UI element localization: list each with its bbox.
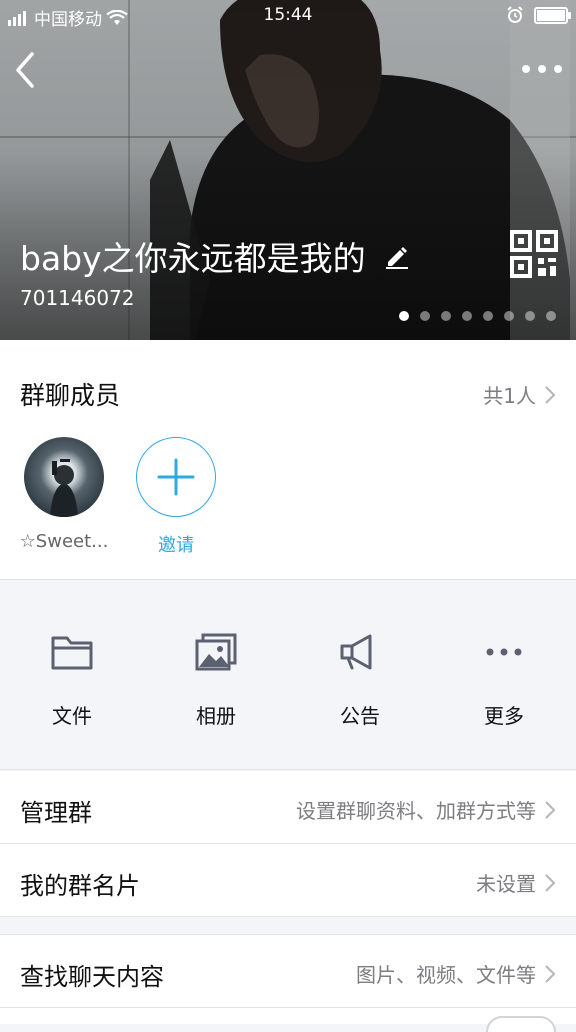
avatar: [24, 437, 104, 517]
plus-icon: [157, 458, 195, 496]
more-icon: [486, 648, 522, 656]
page-dot: [525, 311, 535, 321]
avatar-image: [50, 459, 78, 517]
row-value: 设置群聊资料、加群方式等: [296, 799, 536, 823]
folder-icon: [51, 636, 93, 670]
members-section: 群聊成员 共1人 ☆Sweet... 邀请: [0, 340, 576, 580]
page-dot: [462, 311, 472, 321]
feature-label: 公告: [340, 704, 380, 728]
photo-album-icon: [195, 633, 237, 671]
row-label: 我的群名片: [20, 872, 140, 900]
chevron-right-icon: [545, 800, 556, 819]
feature-label: 相册: [196, 704, 236, 728]
row-value: 图片、视频、文件等: [356, 963, 536, 987]
back-button[interactable]: [10, 50, 46, 90]
next-row-partial[interactable]: [0, 1008, 576, 1032]
chevron-right-icon: [545, 385, 556, 404]
page-dot: [546, 311, 556, 321]
page-dot: [441, 311, 451, 321]
battery-icon: [534, 6, 571, 24]
edit-pencil-icon[interactable]: [384, 243, 410, 269]
announcement-button[interactable]: 公告: [288, 632, 432, 729]
feature-label: 更多: [484, 704, 524, 728]
chevron-right-icon: [545, 964, 556, 983]
clock: 15:44: [263, 5, 313, 25]
feature-label: 文件: [52, 704, 92, 728]
page-dot: [504, 311, 514, 321]
cover-page-indicator: [399, 311, 556, 321]
members-count: 共1人: [483, 384, 536, 408]
chevron-right-icon: [545, 873, 556, 892]
feature-grid: 文件 相册 公告 更多: [0, 580, 576, 770]
row-label: 查找聊天内容: [20, 963, 164, 991]
divider: [0, 916, 576, 917]
group-id: 701146072: [20, 286, 135, 310]
page-dot: [483, 311, 493, 321]
album-button[interactable]: 相册: [144, 632, 288, 729]
group-cover-photo[interactable]: 中国移动 15:44 baby之你永远都是我的 701146072: [0, 0, 576, 340]
files-button[interactable]: 文件: [0, 632, 144, 729]
status-bar: 中国移动 15:44: [0, 0, 576, 30]
my-group-card-row[interactable]: 我的群名片 未设置: [0, 844, 576, 916]
megaphone-icon: [340, 634, 372, 670]
alarm-icon: [507, 6, 523, 23]
more-options-button[interactable]: [520, 58, 564, 80]
page-dot: [399, 311, 409, 321]
invite-label: 邀请: [158, 535, 194, 556]
page-dot: [420, 311, 430, 321]
manage-group-row[interactable]: 管理群 设置群聊资料、加群方式等: [0, 771, 576, 843]
search-chat-row[interactable]: 查找聊天内容 图片、视频、文件等: [0, 935, 576, 1007]
row-value: 未设置: [476, 872, 536, 896]
members-count-link[interactable]: 共1人: [483, 380, 556, 409]
more-features-button[interactable]: 更多: [432, 632, 576, 729]
members-title: 群聊成员: [20, 381, 121, 410]
member-name: ☆Sweet...: [19, 531, 109, 552]
row-label: 管理群: [20, 799, 92, 827]
member-item[interactable]: ☆Sweet...: [14, 437, 114, 552]
chevron-left-icon: [16, 52, 34, 88]
qr-code-icon[interactable]: [510, 230, 558, 278]
ellipsis-icon: [522, 65, 562, 73]
group-name-text: baby之你永远都是我的: [20, 239, 366, 278]
invite-button[interactable]: 邀请: [126, 437, 226, 557]
toggle-switch-icon[interactable]: [486, 1016, 556, 1032]
group-name[interactable]: baby之你永远都是我的: [20, 232, 410, 280]
invite-circle: [136, 437, 216, 517]
